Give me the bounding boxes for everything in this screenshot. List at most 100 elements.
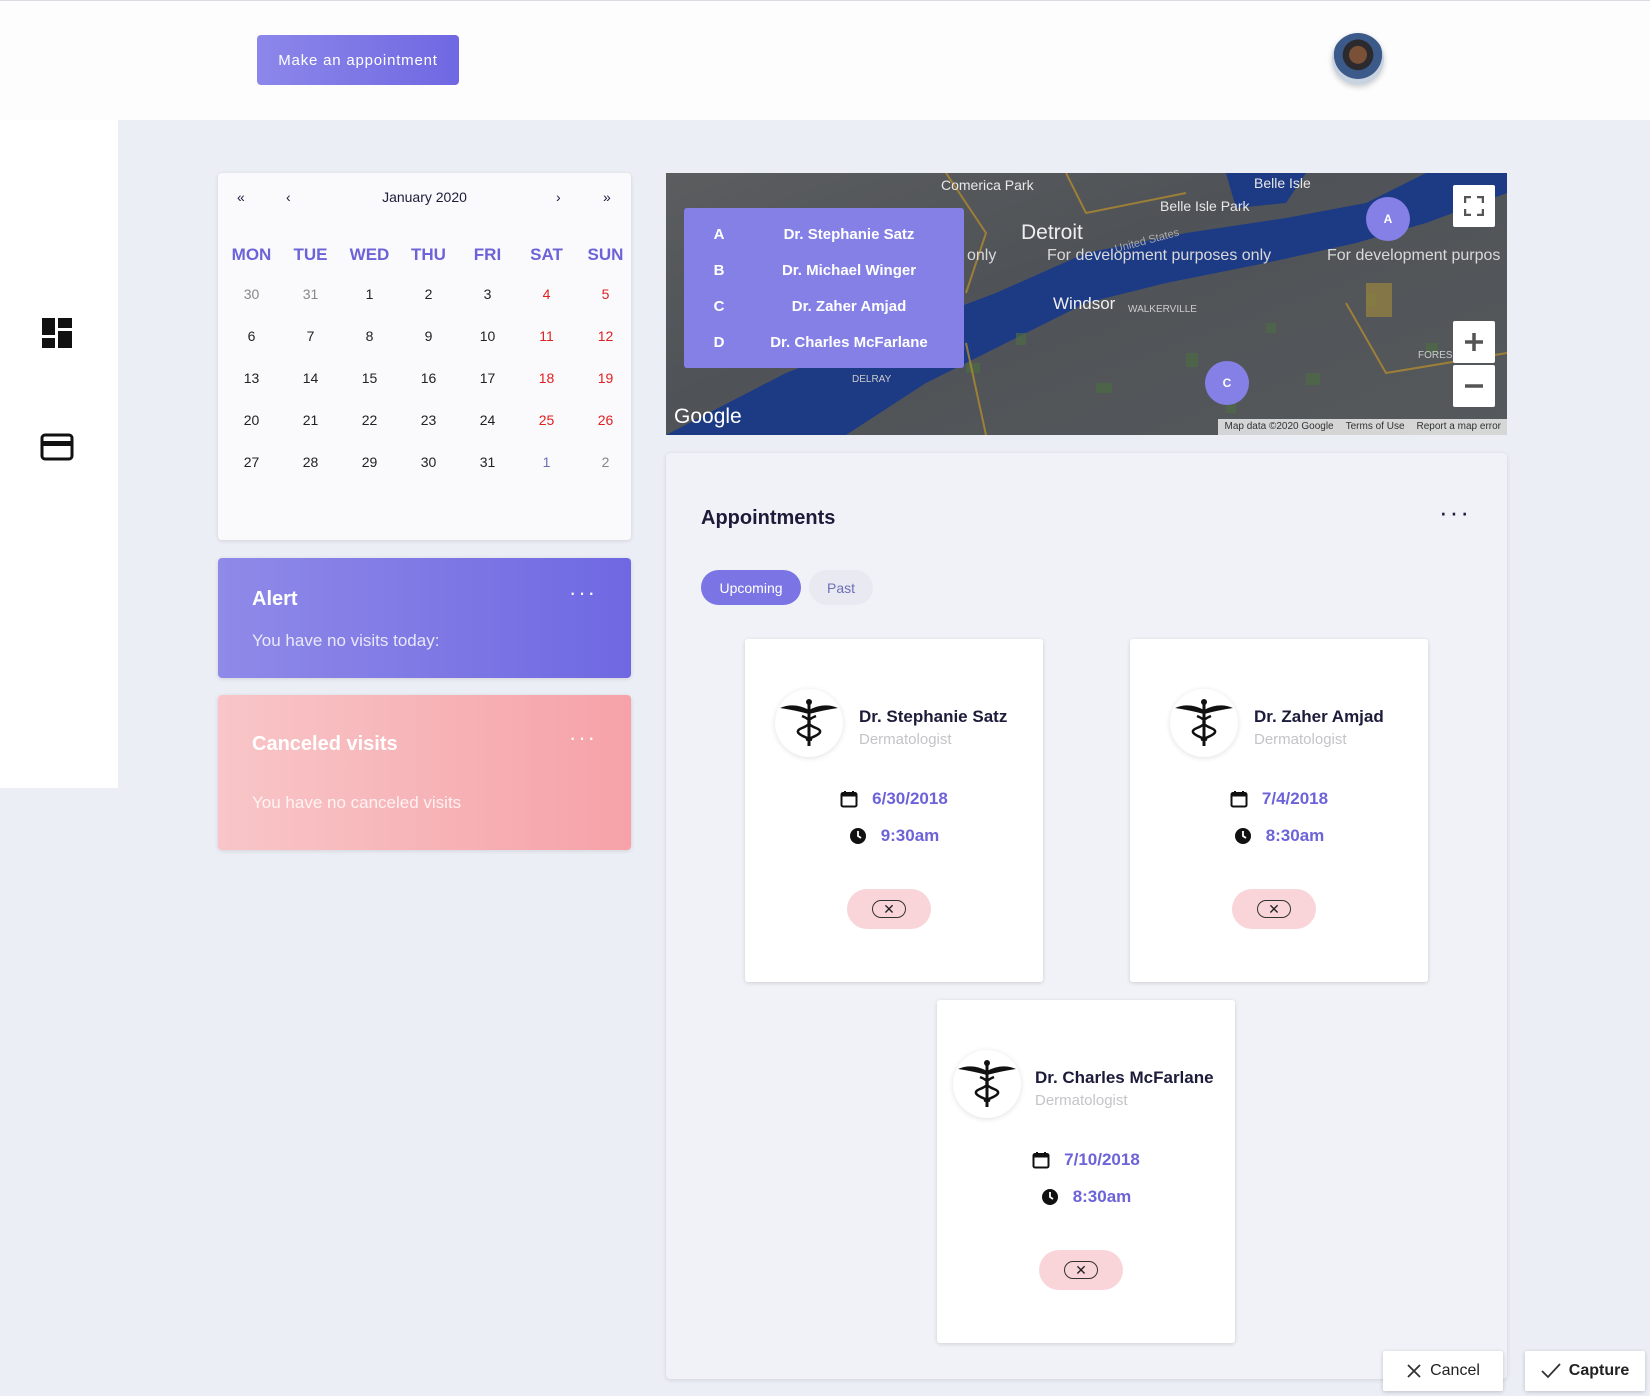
calendar-day[interactable]: 30 [222,286,281,302]
tab-past[interactable]: Past [809,570,873,605]
calendar-day[interactable]: 14 [281,370,340,386]
calendar-day[interactable]: 18 [517,370,576,386]
cancel-appointment-button[interactable]: ✕ [1232,889,1316,929]
user-avatar[interactable] [1332,33,1384,85]
calendar-day[interactable]: 11 [517,328,576,344]
calendar-day[interactable]: 31 [458,454,517,470]
calendar-day[interactable]: 1 [517,454,576,470]
calendar-day[interactable]: 12 [576,328,635,344]
legend-row[interactable]: B Dr. Michael Winger [684,252,964,288]
calendar-day[interactable]: 10 [458,328,517,344]
canceled-title: Canceled visits [252,733,398,755]
canceled-menu-button[interactable]: ··· [569,725,597,751]
legend-row[interactable]: A Dr. Stephanie Satz [684,216,964,252]
alert-title: Alert [252,588,298,610]
calendar-day[interactable]: 2 [399,286,458,302]
legend-doctor: Dr. Stephanie Satz [783,225,915,243]
credit-card-icon[interactable] [34,424,80,470]
checkmark-icon [1541,1363,1561,1379]
calendar-day[interactable]: 29 [340,454,399,470]
calendar: « ‹ January 2020 › » MON TUE WED THU FRI… [218,173,631,540]
doctor-specialty: Dermatologist [1254,731,1347,748]
calendar-day[interactable]: 8 [340,328,399,344]
next-month-button[interactable]: › [556,189,561,205]
appointments-menu-button[interactable]: ··· [1439,497,1471,528]
fullscreen-button[interactable] [1453,185,1495,227]
calendar-day[interactable]: 23 [399,412,458,428]
calendar-day[interactable]: 7 [281,328,340,344]
legend-row[interactable]: C Dr. Zaher Amjad [684,288,964,324]
zoom-out-button[interactable] [1453,365,1495,407]
caduceus-icon [953,1050,1021,1118]
calendar-day[interactable]: 28 [281,454,340,470]
calendar-title[interactable]: January 2020 [218,189,631,205]
legend-doctor: Dr. Michael Winger [781,261,917,279]
calendar-day[interactable]: 27 [222,454,281,470]
calendar-day[interactable]: 2 [576,454,635,470]
legend-letter: C [713,297,725,315]
calendar-day[interactable]: 25 [517,412,576,428]
calendar-day[interactable]: 4 [517,286,576,302]
terms-link[interactable]: Terms of Use [1346,421,1405,433]
appointment-time: 8:30am [1072,1187,1132,1206]
weekday-label: MON [231,245,272,264]
calendar-day[interactable]: 1 [340,286,399,302]
sidebar [0,120,118,788]
clock-icon [1234,828,1251,844]
map[interactable]: Comerica Park Belle Isle Belle Isle Park… [666,173,1507,435]
appointments-title: Appointments [701,507,836,529]
calendar-week: 30 31 1 2 3 4 5 [222,273,635,315]
calendar-day[interactable]: 24 [458,412,517,428]
calendar-day[interactable]: 20 [222,412,281,428]
calendar-day[interactable]: 5 [576,286,635,302]
calendar-day[interactable]: 6 [222,328,281,344]
legend-letter: D [713,333,725,351]
map-label: Comerica Park [941,177,1034,193]
map-marker-a[interactable]: A [1366,197,1410,241]
last-page-button[interactable]: » [603,189,611,205]
cancel-appointment-button[interactable]: ✕ [847,889,931,929]
cancel-appointment-button[interactable]: ✕ [1039,1250,1123,1290]
alert-menu-button[interactable]: ··· [569,580,597,606]
doctor-name: Dr. Charles McFarlane [1035,1068,1214,1087]
calendar-day[interactable]: 30 [399,454,458,470]
calendar-day[interactable]: 21 [281,412,340,428]
appointment-time-row: 8:30am [1130,826,1428,846]
map-label: WALKERVILLE [1128,304,1197,315]
tab-upcoming[interactable]: Upcoming [701,570,801,605]
cancel-capture-button[interactable]: Cancel [1383,1351,1503,1391]
calendar-day[interactable]: 26 [576,412,635,428]
map-marker-c[interactable]: C [1205,361,1249,405]
calendar-day[interactable]: 16 [399,370,458,386]
caduceus-icon [775,689,843,757]
calendar-day[interactable]: 22 [340,412,399,428]
map-label: Belle Isle Park [1160,198,1250,214]
calendar-day[interactable]: 31 [281,286,340,302]
legend-letter: B [713,261,725,279]
calendar-week: 6 7 8 9 10 11 12 [222,315,635,357]
capture-button[interactable]: Capture [1525,1351,1645,1391]
weekday-header: MON TUE WED THU FRI SAT SUN [222,245,635,265]
calendar-day[interactable]: 3 [458,286,517,302]
calendar-day[interactable]: 13 [222,370,281,386]
fullscreen-icon [1464,196,1484,216]
map-legend: A Dr. Stephanie Satz B Dr. Michael Winge… [684,208,964,368]
calendar-week: 20 21 22 23 24 25 26 [222,399,635,441]
plus-icon [1465,333,1483,351]
calendar-day[interactable]: 15 [340,370,399,386]
calendar-icon [840,791,858,808]
report-error-link[interactable]: Report a map error [1417,421,1501,433]
map-label: Belle Isle [1254,175,1311,191]
zoom-in-button[interactable] [1453,321,1495,363]
caduceus-icon [1170,689,1238,757]
legend-row[interactable]: D Dr. Charles McFarlane [684,324,964,360]
calendar-day[interactable]: 19 [576,370,635,386]
dashboard-icon[interactable] [34,310,80,356]
calendar-day[interactable]: 17 [458,370,517,386]
appointment-date: 6/30/2018 [872,789,948,808]
appointment-card: Dr. Zaher Amjad Dermatologist 7/4/2018 8… [1130,639,1428,982]
make-appointment-button[interactable]: Make an appointment [257,35,459,85]
calendar-day[interactable]: 9 [399,328,458,344]
close-icon [1407,1364,1421,1378]
capture-label: Capture [1568,1362,1630,1379]
